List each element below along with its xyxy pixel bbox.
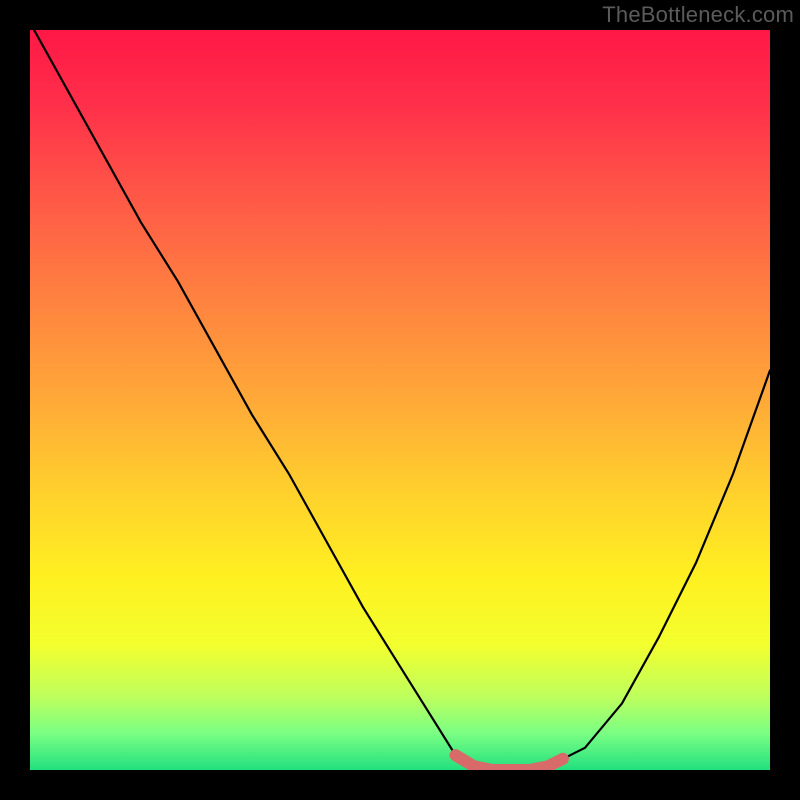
main-curve	[30, 30, 770, 770]
bottleneck-curve	[30, 30, 770, 770]
highlight-segment	[456, 755, 563, 770]
watermark-label: TheBottleneck.com	[602, 2, 794, 28]
plot-area	[30, 30, 770, 770]
chart-frame: TheBottleneck.com	[0, 0, 800, 800]
highlight-end-dot	[557, 753, 569, 765]
